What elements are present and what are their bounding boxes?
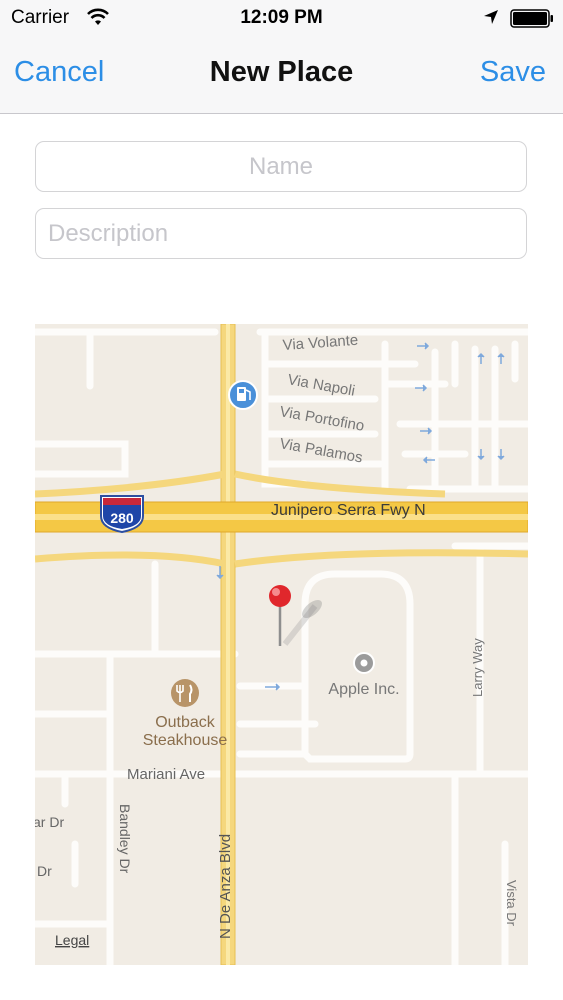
status-bar: Carrier 12:09 PM	[0, 0, 563, 36]
status-time: 12:09 PM	[240, 7, 323, 28]
name-input[interactable]	[35, 141, 527, 192]
poi-label: Steakhouse	[143, 732, 228, 749]
street-label: Junipero Serra Fwy N	[271, 502, 426, 519]
street-label: Vista Dr	[504, 880, 519, 927]
battery-icon	[510, 9, 553, 28]
svg-text:280: 280	[110, 510, 134, 526]
street-label: ar Dr	[35, 814, 64, 830]
apple-poi-icon	[353, 652, 375, 674]
gas-station-icon	[228, 380, 258, 410]
street-label: Dr	[37, 863, 52, 879]
street-label: Mariani Ave	[127, 766, 205, 783]
save-button[interactable]: Save	[480, 56, 546, 89]
legal-link[interactable]: Legal	[55, 932, 89, 948]
poi-label: Apple Inc.	[328, 681, 399, 698]
navigation-bar: Cancel New Place Save	[0, 36, 563, 114]
map-view[interactable]: 280 Via Volante Via Napoli Via Portofino…	[35, 324, 528, 965]
location-arrow-icon	[484, 10, 498, 24]
page-title: New Place	[209, 56, 354, 88]
restaurant-icon	[171, 679, 199, 707]
street-label: Larry Way	[470, 638, 485, 697]
poi-label: Outback	[155, 714, 216, 731]
street-label: Bandley Dr	[117, 804, 133, 874]
street-label: N De Anza Blvd	[217, 834, 234, 939]
highway-shield: 280	[100, 495, 144, 534]
map-canvas: 280 Via Volante Via Napoli Via Portofino…	[35, 324, 528, 965]
description-input[interactable]	[35, 208, 527, 259]
